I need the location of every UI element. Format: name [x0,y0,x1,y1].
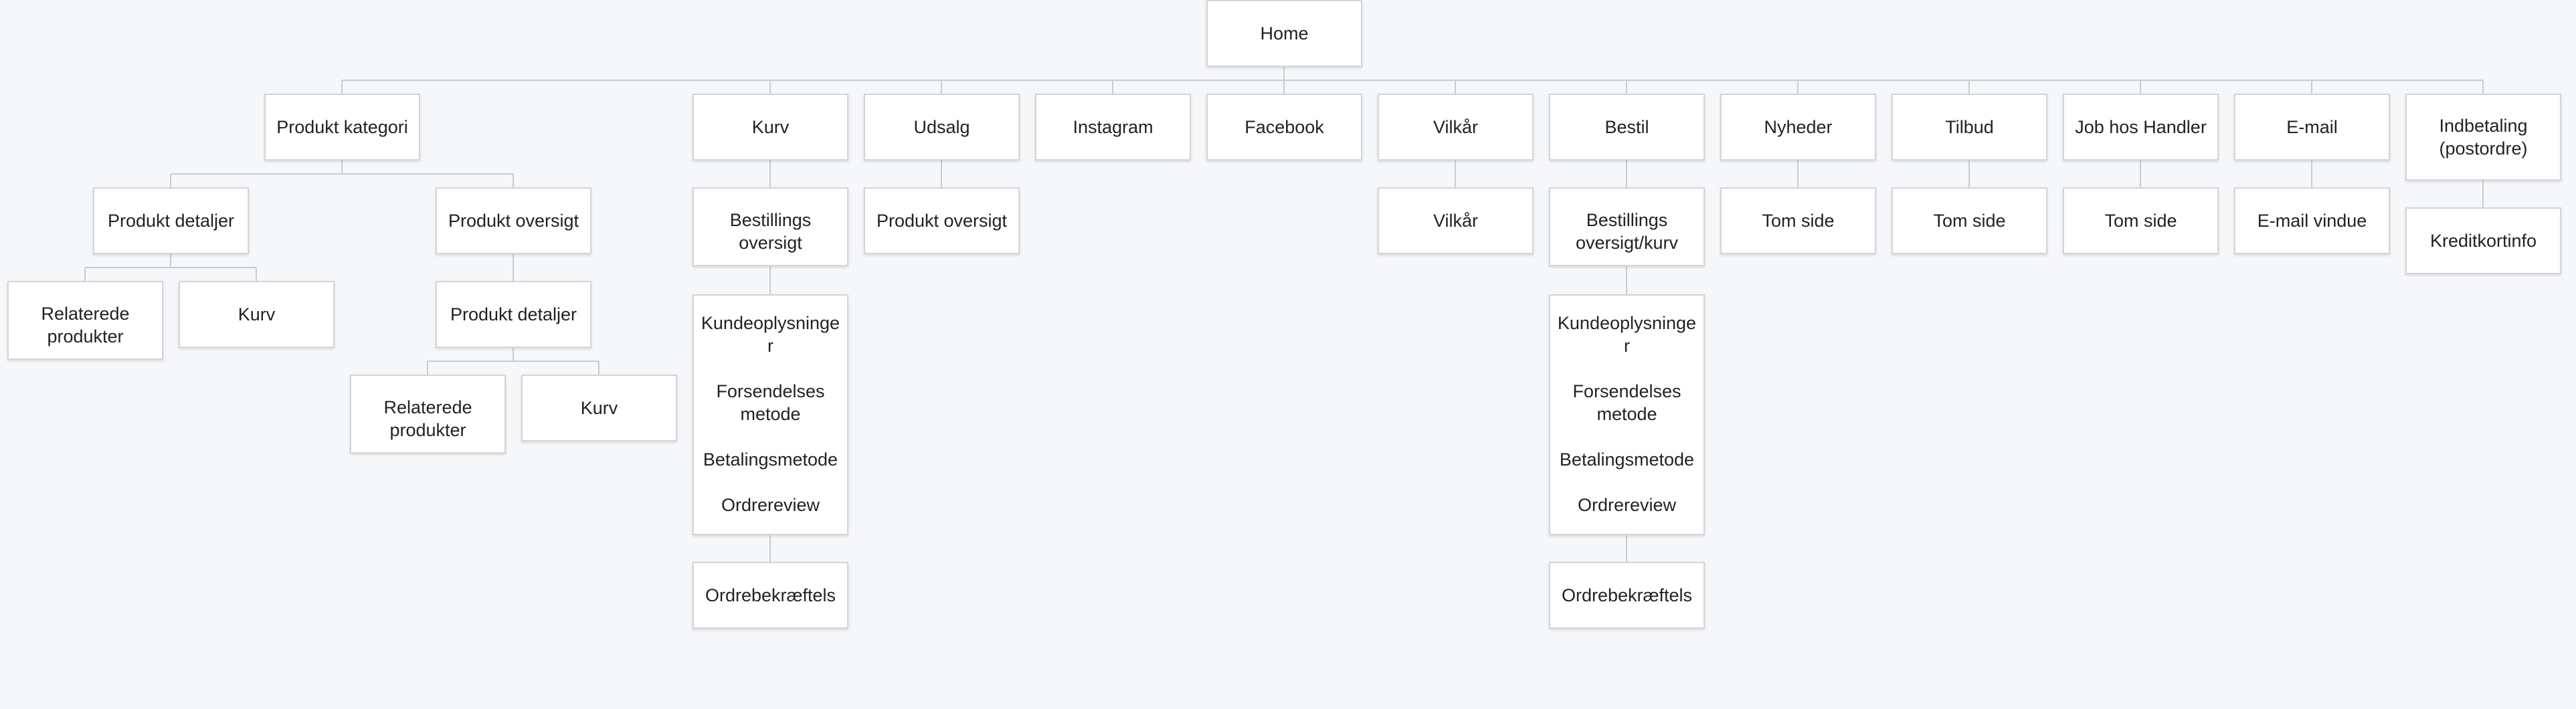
node-label: Udsalg [913,117,970,137]
node-label: Bestillings oversigt [729,210,812,253]
node-label: Kundeoplysninge r Forsendelses metode Be… [701,313,840,515]
node-nyheder[interactable]: Nyheder [1720,94,1876,161]
node-bestil-ordrebekraeftelse[interactable]: Ordrebekræftels [1549,562,1705,629]
node-home[interactable]: Home [1206,0,1362,67]
node-label: Facebook [1245,117,1324,137]
node-label: Relaterede produkter [383,397,472,440]
node-kurv-ordrebekraeftelse[interactable]: Ordrebekræftels [693,562,848,629]
node-pk-produkt-oversigt[interactable]: Produkt oversigt [436,187,591,254]
node-vilkaar-child[interactable]: Vilkår [1378,187,1534,254]
node-label: Ordrebekræftels [1561,585,1693,605]
node-po-kurv[interactable]: Kurv [521,375,677,441]
node-bestil[interactable]: Bestil [1549,94,1705,161]
node-pk-relaterede-produkter[interactable]: Relaterede produkter [7,281,163,360]
node-indbetaling[interactable]: Indbetaling (postordre) [2405,94,2561,181]
sitemap-diagram: Home Produkt kategori Kurv Udsalg Instag… [0,0,2576,709]
node-label: E-mail vindue [2257,211,2367,231]
node-label: Produkt oversigt [876,211,1008,231]
node-tilbud[interactable]: Tilbud [1892,94,2047,161]
node-facebook[interactable]: Facebook [1206,94,1362,161]
node-label: Bestillings oversigt/kurv [1575,210,1679,253]
node-tilbud-tom-side[interactable]: Tom side [1892,187,2047,254]
node-vilkaar[interactable]: Vilkår [1378,94,1534,161]
node-label: E-mail [2286,117,2338,137]
node-label: Home [1260,23,1309,43]
node-job-tom-side[interactable]: Tom side [2063,187,2219,254]
node-label: Nyheder [1764,117,1833,137]
node-label: Produkt detaljer [107,211,235,231]
node-job-hos-handler[interactable]: Job hos Handler [2063,94,2219,161]
node-label: Produkt oversigt [448,211,579,231]
node-label: Bestil [1604,117,1649,137]
node-label: Relaterede produkter [41,304,130,346]
node-label: Ordrebekræftels [705,585,836,605]
node-email-vindue[interactable]: E-mail vindue [2234,187,2390,254]
node-email[interactable]: E-mail [2234,94,2390,161]
node-label: Tom side [2104,211,2177,231]
node-label: Kurv [580,398,618,418]
node-po-relaterede-produkter[interactable]: Relaterede produkter [350,375,506,453]
node-udsalg[interactable]: Udsalg [864,94,1020,161]
node-bestil-bestillings-oversigt[interactable]: Bestillings oversigt/kurv [1549,187,1705,266]
node-kreditkortinfo[interactable]: Kreditkortinfo [2405,207,2561,274]
node-label: Kurv [238,304,276,324]
node-label: Tom side [1762,211,1835,231]
node-nyheder-tom-side[interactable]: Tom side [1720,187,1876,254]
node-label: Vilkår [1433,211,1479,231]
node-instagram[interactable]: Instagram [1035,94,1191,161]
node-produkt-kategori[interactable]: Produkt kategori [264,94,420,161]
node-label: Instagram [1073,117,1154,137]
node-label: Kurv [751,117,790,137]
node-kurv-bestillings-oversigt[interactable]: Bestillings oversigt [693,187,848,266]
node-label: Kundeoplysninge r Forsendelses metode Be… [1557,313,1697,515]
node-pk-kurv[interactable]: Kurv [179,281,335,348]
node-kurv[interactable]: Kurv [693,94,848,161]
node-label: Tilbud [1945,117,1994,137]
node-udsalg-produkt-oversigt[interactable]: Produkt oversigt [864,187,1020,254]
node-label: Indbetaling (postordre) [2439,116,2528,159]
node-label: Kreditkortinfo [2429,231,2537,251]
node-bestil-checkout-steps[interactable]: Kundeoplysninge r Forsendelses metode Be… [1549,294,1705,535]
node-label: Job hos Handler [2075,117,2207,137]
node-kurv-checkout-steps[interactable]: Kundeoplysninge r Forsendelses metode Be… [693,294,848,535]
node-label: Produkt kategori [276,117,408,137]
node-pk-produkt-detaljer[interactable]: Produkt detaljer [93,187,249,254]
node-label: Produkt detaljer [450,304,577,324]
node-label: Tom side [1933,211,2006,231]
node-po-produkt-detaljer[interactable]: Produkt detaljer [436,281,591,348]
node-label: Vilkår [1433,117,1479,137]
